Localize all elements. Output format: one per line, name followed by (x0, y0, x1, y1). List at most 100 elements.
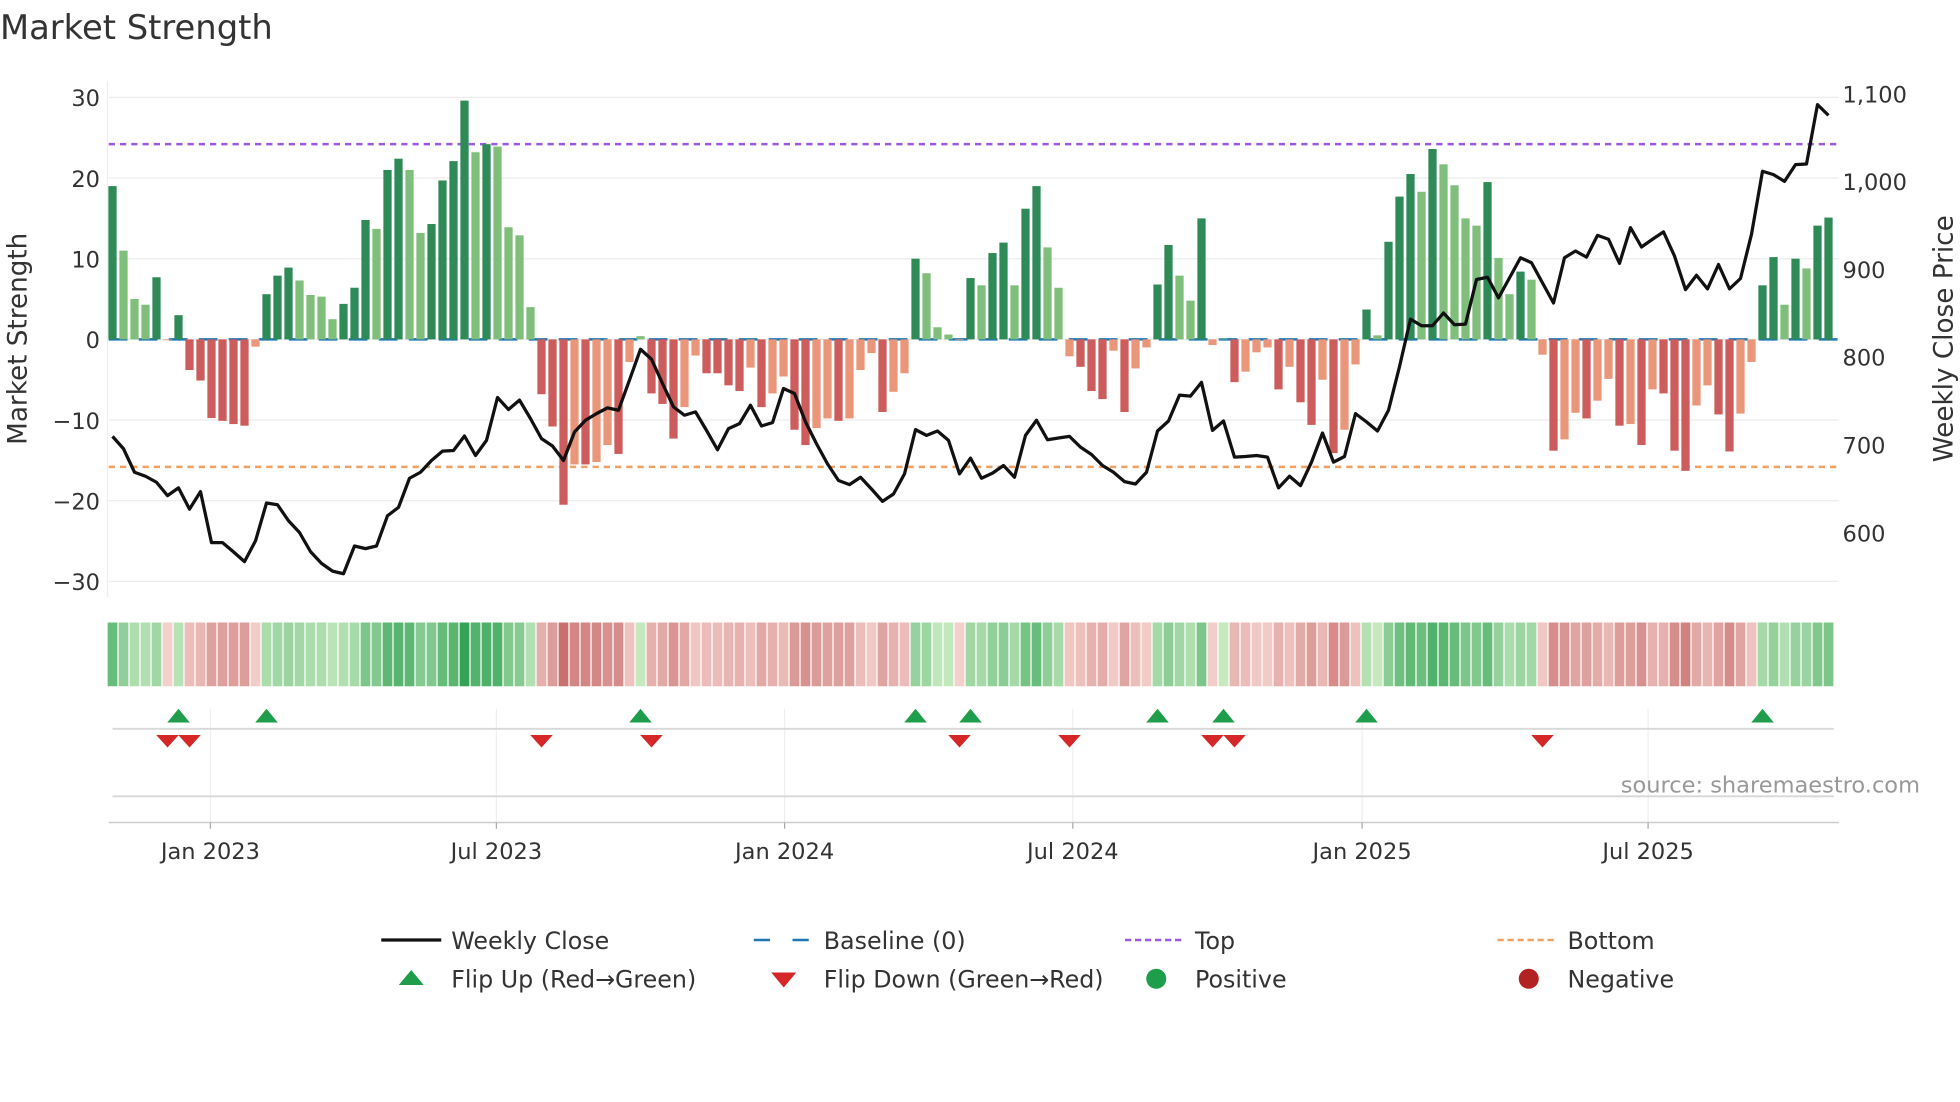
strength-bar (1549, 339, 1558, 451)
heat-cell (1680, 622, 1691, 687)
strength-bar (1560, 339, 1569, 440)
strength-bar (108, 186, 117, 340)
strength-bar (1736, 339, 1745, 414)
heat-cell (1823, 622, 1834, 687)
heat-cell (580, 622, 591, 687)
strength-bar (163, 339, 172, 341)
strength-bar (603, 339, 612, 446)
heat-cell (470, 622, 481, 687)
strength-bar (1483, 182, 1492, 340)
flip-up-marker (959, 708, 982, 723)
heat-cell (250, 622, 261, 687)
heat-cell (107, 622, 118, 687)
heat-cell (1196, 622, 1207, 687)
heat-cell (723, 622, 734, 687)
heat-cell (448, 622, 459, 687)
strength-bar (1307, 339, 1316, 425)
heat-cell (800, 622, 811, 687)
strength-bar (1670, 339, 1679, 451)
strength-bar (1032, 186, 1041, 340)
strength-bar (1615, 339, 1624, 426)
strength-bar (141, 304, 150, 340)
heat-cell (767, 622, 778, 687)
strength-bar (1516, 271, 1525, 340)
strength-bar (1208, 339, 1217, 346)
strength-bar (174, 315, 183, 340)
heat-cell (1636, 622, 1647, 687)
heat-cell (690, 622, 701, 687)
strength-bar (856, 339, 865, 371)
flip-markers-panel (108, 708, 1839, 824)
strength-bar (1582, 339, 1591, 419)
heat-cell (1108, 622, 1119, 687)
strength-bar (746, 339, 755, 368)
strength-bar (1593, 339, 1602, 401)
strength-bar (1219, 338, 1228, 340)
heat-cell (327, 622, 338, 687)
legend-circle-icon (1518, 968, 1539, 989)
y-tick-label: 0 (86, 328, 100, 354)
flip-down-marker (178, 735, 201, 748)
strength-bar (449, 161, 458, 340)
heat-cell (1658, 622, 1669, 687)
strength-bar (460, 100, 469, 340)
strength-bar (493, 146, 502, 340)
heat-cell (954, 622, 965, 687)
heat-cell (217, 622, 228, 687)
heat-cell (1240, 622, 1251, 687)
strength-bar (1021, 208, 1030, 340)
heat-cell (206, 622, 217, 687)
strength-bar (1340, 339, 1349, 430)
heat-cell (1405, 622, 1416, 687)
strength-bar (999, 242, 1008, 340)
heat-cell (943, 622, 954, 687)
strength-bar (944, 334, 953, 340)
heat-cell (910, 622, 921, 687)
heat-cell (536, 622, 547, 687)
heat-cell (1130, 622, 1141, 687)
strength-bar (1263, 339, 1272, 348)
flip-up-marker (629, 708, 652, 723)
heat-cell (525, 622, 536, 687)
heat-cell (1603, 622, 1614, 687)
strength-bar (1351, 339, 1360, 365)
flip-down-marker (948, 735, 971, 748)
strength-bar (1076, 339, 1085, 367)
heat-cell (1339, 622, 1350, 687)
strength-bar (1747, 339, 1756, 362)
heat-cell (1119, 622, 1130, 687)
strength-bar (295, 280, 304, 340)
strength-bar (240, 339, 249, 426)
strength-bar (1285, 339, 1294, 367)
flip-up-marker (1146, 708, 1169, 723)
heat-cell (1361, 622, 1372, 687)
strength-bar (867, 339, 876, 354)
strength-bar (1395, 196, 1404, 340)
heat-cell (855, 622, 866, 687)
strength-bar (779, 339, 788, 377)
heat-cell (338, 622, 349, 687)
heat-cell (888, 622, 899, 687)
heat-cell (1317, 622, 1328, 687)
strength-bar (1054, 287, 1063, 340)
strength-bar (1362, 309, 1371, 340)
heat-cell (987, 622, 998, 687)
heat-cell (1647, 622, 1658, 687)
heat-cell (1053, 622, 1064, 687)
heat-cell (184, 622, 195, 687)
heat-cell (371, 622, 382, 687)
strength-bar (757, 339, 766, 408)
heat-cell (1251, 622, 1262, 687)
heat-cell (1515, 622, 1526, 687)
heat-cell (1482, 622, 1493, 687)
heat-cell (283, 622, 294, 687)
heat-cell (668, 622, 679, 687)
strength-bar (416, 232, 425, 340)
flip-down-marker (640, 735, 663, 748)
y-tick-label: −30 (53, 570, 100, 596)
strength-bar (1274, 339, 1283, 390)
heat-cell (1801, 622, 1812, 687)
strength-bar (251, 339, 260, 347)
heat-cell (151, 622, 162, 687)
heat-cell (701, 622, 712, 687)
